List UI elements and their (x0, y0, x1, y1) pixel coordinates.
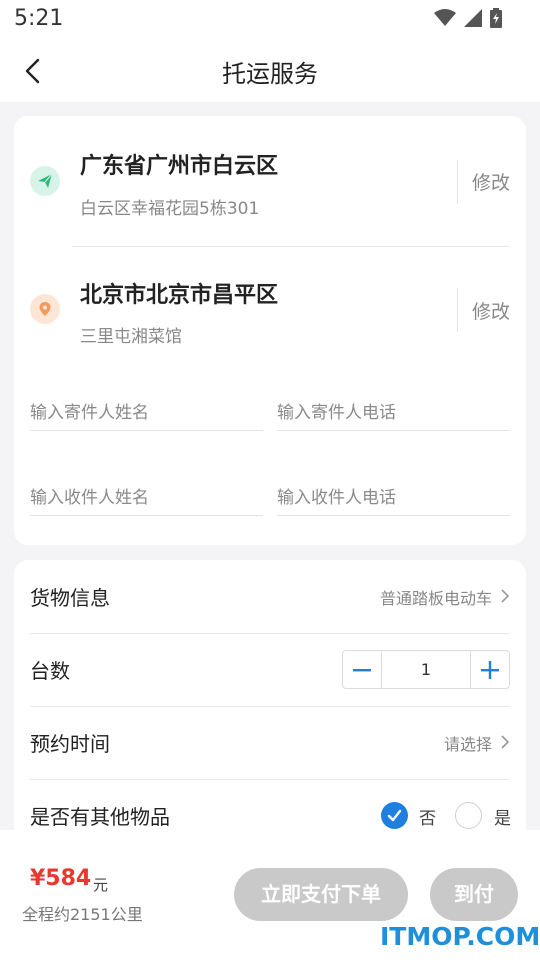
appointment-time-value: 请选择 (443, 735, 492, 754)
sender-phone-input[interactable] (277, 395, 510, 431)
check-icon (387, 809, 402, 822)
origin-badge (30, 166, 60, 196)
increment-button[interactable] (471, 651, 509, 688)
origin-title[interactable]: 广东省广州市白云区 (80, 148, 278, 180)
quantity-stepper: 1 (342, 650, 510, 689)
chevron-right-icon (501, 735, 510, 749)
origin-edit-divider (457, 160, 458, 204)
decrement-button[interactable] (343, 651, 381, 688)
goods-info-label: 货物信息 (30, 586, 110, 610)
wifi-icon (434, 9, 456, 26)
receiver-name-input[interactable] (30, 480, 263, 516)
count-label: 台数 (30, 659, 70, 683)
radio-yes[interactable] (455, 802, 482, 829)
cash-on-delivery-button[interactable]: 到付 (430, 868, 518, 921)
sender-name-input[interactable] (30, 395, 263, 431)
goods-card: 货物信息 普通踏板电动车 台数 1 预约时间 请选择 是否有其他物品 否 是 (14, 560, 526, 830)
battery-icon (490, 8, 502, 28)
radio-yes-label[interactable]: 是 (494, 804, 511, 829)
chevron-right-icon (501, 589, 510, 603)
origin-detail: 白云区幸福花园5栋301 (80, 199, 260, 219)
other-items-label: 是否有其他物品 (30, 805, 170, 829)
price-unit: 元 (93, 876, 109, 894)
minus-icon (353, 668, 371, 671)
address-card: 广东省广州市白云区 白云区幸福花园5栋301 修改 北京市北京市昌平区 三里屯湘… (14, 116, 526, 545)
status-time: 5:21 (14, 6, 64, 31)
signal-icon (464, 9, 482, 27)
distance-text: 全程约2151公里 (22, 905, 143, 924)
status-bar: 5:21 (0, 0, 540, 40)
destination-title[interactable]: 北京市北京市昌平区 (80, 277, 278, 309)
location-pin-icon (39, 302, 51, 316)
quantity-value[interactable]: 1 (381, 651, 471, 688)
nav-bar: 托运服务 (0, 40, 540, 102)
bottom-bar: ¥584 元 全程约2151公里 立即支付下单 到付 ITMOP.COM (0, 830, 540, 960)
goods-info-row[interactable]: 货物信息 普通踏板电动车 (30, 560, 510, 633)
origin-edit-button[interactable]: 修改 (472, 168, 510, 195)
status-icons (434, 8, 502, 28)
destination-edit-button[interactable]: 修改 (472, 297, 510, 324)
destination-detail: 三里屯湘菜馆 (80, 327, 182, 347)
address-divider (72, 246, 510, 247)
receiver-phone-input[interactable] (277, 480, 510, 516)
appointment-time-row[interactable]: 预约时间 请选择 (30, 706, 510, 779)
price-amount: ¥584 (30, 866, 92, 891)
count-row: 台数 1 (30, 633, 510, 706)
watermark: ITMOP.COM (380, 922, 540, 951)
radio-no[interactable] (381, 802, 408, 829)
radio-no-label[interactable]: 否 (419, 804, 436, 829)
plus-icon (481, 660, 499, 679)
goods-info-value: 普通踏板电动车 (379, 589, 492, 608)
destination-edit-divider (457, 288, 458, 332)
pay-now-button[interactable]: 立即支付下单 (234, 868, 408, 921)
send-icon (38, 173, 53, 188)
appointment-time-label: 预约时间 (30, 732, 110, 756)
destination-badge (30, 294, 60, 324)
page-title: 托运服务 (222, 60, 318, 88)
